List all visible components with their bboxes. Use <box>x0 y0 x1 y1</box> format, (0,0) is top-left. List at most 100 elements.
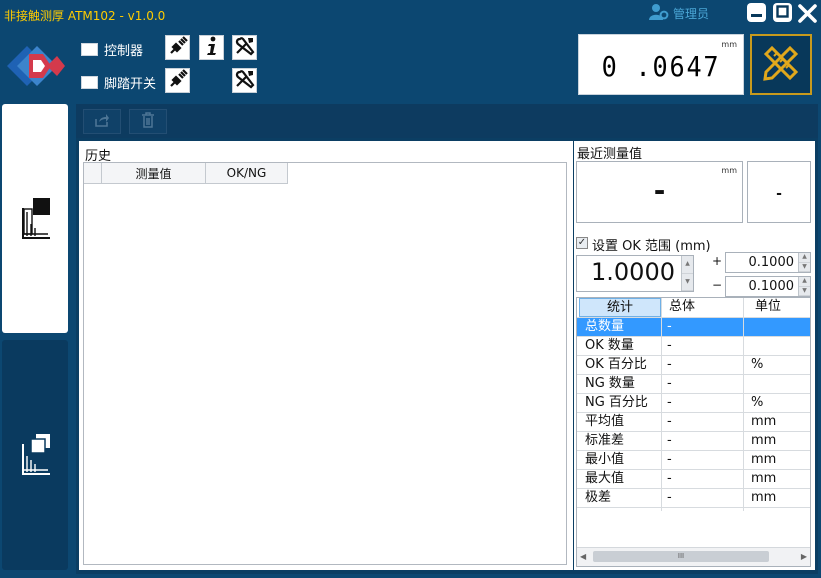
lower-tolerance-value: 0.1000 <box>748 279 795 294</box>
stats-row[interactable]: 极差 - mm <box>577 489 810 508</box>
stats-cell-unit: % <box>751 395 764 410</box>
stats-cell-name: 总数量 <box>585 319 625 334</box>
stats-cell-name: 标准差 <box>585 433 625 448</box>
stats-cell-name: 平均值 <box>585 414 625 429</box>
user-gear-icon <box>649 3 669 24</box>
info-button[interactable] <box>199 35 224 60</box>
stats-header-row: 统计 总体 单位 <box>577 298 810 318</box>
delete-button[interactable] <box>129 109 167 134</box>
nominal-input[interactable]: 1.0000 ▲ ▼ <box>576 255 694 292</box>
edit-mode-button[interactable] <box>750 34 812 95</box>
controller-settings-button[interactable] <box>232 35 257 60</box>
lower-tolerance-input[interactable]: 0.1000 ▲ ▼ <box>725 276 811 297</box>
spin-up-icon[interactable]: ▲ <box>799 277 810 287</box>
plus-sign: + <box>712 254 723 268</box>
export-button[interactable] <box>83 109 121 134</box>
stats-cell-name: NG 百分比 <box>585 395 648 410</box>
minus-sign: − <box>712 278 723 292</box>
footswitch-toggle[interactable]: 脚踏开关 <box>81 73 156 92</box>
stats-row[interactable]: 最大值 - mm <box>577 470 810 489</box>
nominal-spinner[interactable]: ▲ ▼ <box>681 256 693 291</box>
stats-cell-unit: mm <box>751 452 777 467</box>
stats-cell-value: - <box>667 395 672 410</box>
trash-icon <box>141 111 155 132</box>
stats-cell-name: 最小值 <box>585 452 625 467</box>
stats-row[interactable]: OK 数量 - <box>577 337 810 356</box>
recent-value: - <box>653 174 666 207</box>
stats-col-unit[interactable]: 单位 <box>755 298 805 317</box>
stats-cell-unit <box>751 318 811 337</box>
history-col-oknG[interactable]: OK/NG <box>206 163 288 184</box>
stats-cell-name: 最大值 <box>585 471 625 486</box>
footswitch-settings-button[interactable] <box>232 68 257 93</box>
history-table[interactable]: 测量值 OK/NG <box>83 162 567 565</box>
scroll-left-icon[interactable]: ◀ <box>580 552 586 561</box>
stats-body: 总数量 - OK 数量 - OK 百分比 -% NG 数量 - NG 百分比 -% 平均值 - mm 标准… <box>577 318 810 510</box>
close-button[interactable] <box>797 3 818 24</box>
batch-measure-icon <box>20 432 52 475</box>
recent-status-box: - <box>747 161 811 223</box>
pencil-ruler-icon <box>760 42 802 88</box>
stats-cell-value: - <box>667 319 672 334</box>
tab-single-measure[interactable] <box>2 104 68 333</box>
scroll-thumb[interactable]: III <box>593 551 769 562</box>
stats-row[interactable]: OK 百分比 -% <box>577 356 810 375</box>
footswitch-connect-button[interactable] <box>165 68 190 93</box>
upper-tolerance-spinner[interactable]: ▲ ▼ <box>798 253 810 272</box>
plug-icon <box>168 68 188 93</box>
stats-row[interactable]: NG 数量 - <box>577 375 810 394</box>
statistics-table[interactable]: 统计 总体 单位 总数量 - OK 数量 - OK 百分比 -% NG 数量 - NG 百分比 -… <box>576 297 811 567</box>
recent-status-value: - <box>776 186 782 202</box>
stats-cell-value: - <box>667 471 672 486</box>
lower-tolerance-spinner[interactable]: ▲ ▼ <box>798 277 810 296</box>
user-role-label: 管理员 <box>673 6 710 21</box>
recent-title: 最近测量值 <box>577 147 643 162</box>
stats-cell-unit: mm <box>751 414 777 429</box>
stats-cell-value: - <box>667 376 672 391</box>
horizontal-scrollbar[interactable]: ◀ III ▶ <box>577 547 810 566</box>
spin-up-icon[interactable]: ▲ <box>799 253 810 263</box>
stats-row[interactable]: NG 百分比 -% <box>577 394 810 413</box>
history-col-index[interactable] <box>84 163 102 184</box>
nominal-value: 1.0000 <box>591 258 675 286</box>
minimize-icon <box>750 3 763 22</box>
spin-down-icon[interactable]: ▼ <box>799 263 810 272</box>
footswitch-label: 脚踏开关 <box>104 77 157 92</box>
stats-row[interactable]: 标准差 - mm <box>577 432 810 451</box>
close-icon <box>797 4 818 28</box>
maximize-button[interactable] <box>773 3 792 22</box>
live-readout: mm 0 .0647 <box>578 34 744 95</box>
spin-down-icon[interactable]: ▼ <box>682 274 693 291</box>
footswitch-checkbox[interactable] <box>81 76 98 89</box>
history-col-value[interactable]: 测量值 <box>102 163 206 184</box>
stats-cell-value: - <box>667 357 672 372</box>
stats-cell-name: NG 数量 <box>585 376 635 391</box>
spin-up-icon[interactable]: ▲ <box>682 256 693 274</box>
measurement-panel: 最近测量值 mm - - ✓ 设置 OK 范围 (mm) 1.0000 ▲ ▼ … <box>574 141 815 570</box>
history-panel: 历史 测量值 OK/NG <box>79 141 573 570</box>
controller-connect-button[interactable] <box>165 35 190 60</box>
action-toolbar <box>76 104 818 138</box>
ok-range-label: 设置 OK 范围 (mm) <box>592 239 711 254</box>
controller-checkbox[interactable] <box>81 43 98 56</box>
single-measure-icon <box>20 196 52 239</box>
upper-tolerance-input[interactable]: 0.1000 ▲ ▼ <box>725 252 811 273</box>
stats-col-overall[interactable]: 总体 <box>669 298 749 317</box>
stats-cell-unit: mm <box>751 471 777 486</box>
ok-range-checkbox[interactable]: ✓ <box>576 237 588 249</box>
spin-down-icon[interactable]: ▼ <box>799 287 810 296</box>
stats-cell-unit <box>751 337 811 356</box>
tab-batch-measure[interactable] <box>2 340 68 570</box>
stats-cell-name: OK 数量 <box>585 338 634 353</box>
upper-tolerance-value: 0.1000 <box>748 255 795 270</box>
controller-toggle[interactable]: 控制器 <box>81 40 143 59</box>
stats-row[interactable]: 平均值 - mm <box>577 413 810 432</box>
stats-col-stat[interactable]: 统计 <box>579 298 661 317</box>
stats-row[interactable]: 最小值 - mm <box>577 451 810 470</box>
readout-unit: mm <box>721 40 737 49</box>
minimize-button[interactable] <box>747 3 766 22</box>
stats-row[interactable]: 总数量 - <box>577 318 810 337</box>
plug-icon <box>168 35 188 60</box>
user-menu[interactable]: 管理员 <box>649 3 709 23</box>
scroll-right-icon[interactable]: ▶ <box>801 552 807 561</box>
